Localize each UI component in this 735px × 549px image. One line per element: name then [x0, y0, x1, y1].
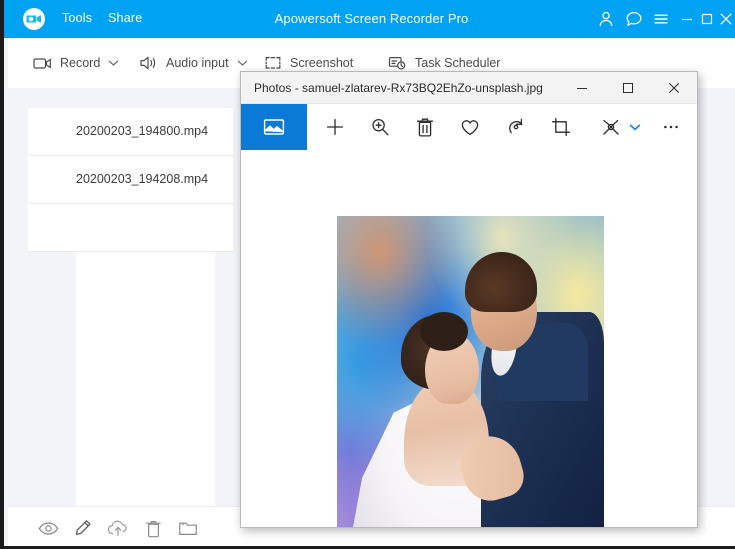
photos-window: Photos - samuel-zlatarev-Rx73BQ2EhZo-uns… — [240, 71, 698, 528]
audio-input-label: Audio input — [166, 56, 229, 70]
list-item[interactable]: 20200203_194208.mp4 — [28, 156, 233, 204]
delete-icon[interactable] — [413, 115, 437, 139]
task-scheduler-label: Task Scheduler — [415, 56, 501, 70]
photo-bride-updo — [419, 311, 468, 351]
photo-canvas: AbbasPC.Net — [241, 150, 697, 527]
photo-image: AbbasPC.Net — [337, 216, 604, 527]
video-camera-icon — [32, 54, 54, 72]
rotate-icon[interactable] — [504, 115, 528, 139]
zoom-icon[interactable] — [368, 115, 392, 139]
apowersoft-main-window: Tools Share Apowersoft Screen Recorder P… — [0, 0, 735, 549]
audio-input-button[interactable]: Audio input — [138, 52, 248, 74]
file-name: 20200203_194800.mp4 — [76, 124, 209, 138]
maximize-button[interactable] — [697, 9, 717, 29]
list-item[interactable]: 20200203_194800.mp4 — [28, 108, 233, 156]
file-name: 20200203_194208.mp4 — [76, 172, 209, 186]
photos-window-title: Photos - samuel-zlatarev-Rx73BQ2EhZo-uns… — [254, 81, 543, 95]
gallery-icon[interactable] — [241, 104, 307, 150]
preview-icon[interactable] — [37, 518, 59, 538]
add-icon[interactable] — [323, 115, 347, 139]
screenshot-icon — [262, 54, 284, 72]
delete-icon[interactable] — [142, 518, 164, 538]
photos-titlebar: Photos - samuel-zlatarev-Rx73BQ2EhZo-uns… — [241, 72, 697, 104]
file-list: 20200203_194800.mp4 20200203_194208.mp4 — [28, 108, 233, 252]
enhance-icon[interactable] — [599, 115, 623, 139]
upload-icon[interactable] — [107, 518, 129, 538]
folder-icon[interactable] — [177, 518, 199, 538]
hamburger-menu-icon[interactable] — [651, 9, 671, 29]
chat-icon[interactable] — [624, 9, 644, 29]
minimize-button[interactable] — [677, 9, 697, 29]
crop-icon[interactable] — [549, 115, 573, 139]
speaker-icon — [138, 54, 160, 72]
photos-minimize-button[interactable] — [559, 72, 605, 103]
photos-maximize-button[interactable] — [605, 72, 651, 103]
more-options-icon[interactable] — [659, 115, 683, 139]
chevron-down-icon — [237, 59, 248, 67]
record-button[interactable]: Record — [32, 52, 119, 74]
file-list-panel: 20200203_194800.mp4 20200203_194208.mp4 — [28, 108, 233, 506]
screenshot-label: Screenshot — [290, 56, 354, 70]
chevron-down-icon[interactable] — [628, 120, 642, 134]
photos-toolbar — [241, 104, 697, 150]
photos-close-button[interactable] — [651, 72, 697, 103]
app-titlebar: Tools Share Apowersoft Screen Recorder P… — [4, 0, 735, 38]
account-icon[interactable] — [596, 9, 616, 29]
edit-icon[interactable] — [72, 518, 94, 538]
list-item-empty — [28, 204, 233, 252]
task-scheduler-icon — [387, 54, 409, 72]
record-label: Record — [60, 56, 101, 70]
chevron-down-icon — [108, 59, 119, 67]
close-button[interactable] — [716, 9, 735, 29]
favorite-icon[interactable] — [458, 115, 482, 139]
